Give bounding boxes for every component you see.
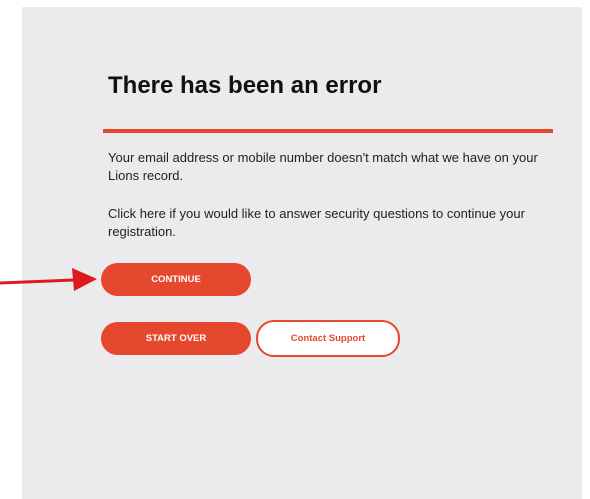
page-title: There has been an error bbox=[108, 72, 382, 99]
continue-button[interactable]: CONTINUE bbox=[101, 263, 251, 296]
start-over-button[interactable]: START OVER bbox=[101, 322, 251, 355]
error-message: Your email address or mobile number does… bbox=[108, 150, 538, 183]
security-questions-instruction: Click here if you would like to answer s… bbox=[108, 206, 525, 239]
arrow-right-icon bbox=[0, 268, 97, 291]
contact-support-button[interactable]: Contact Support bbox=[256, 320, 400, 357]
title-divider bbox=[103, 129, 553, 133]
